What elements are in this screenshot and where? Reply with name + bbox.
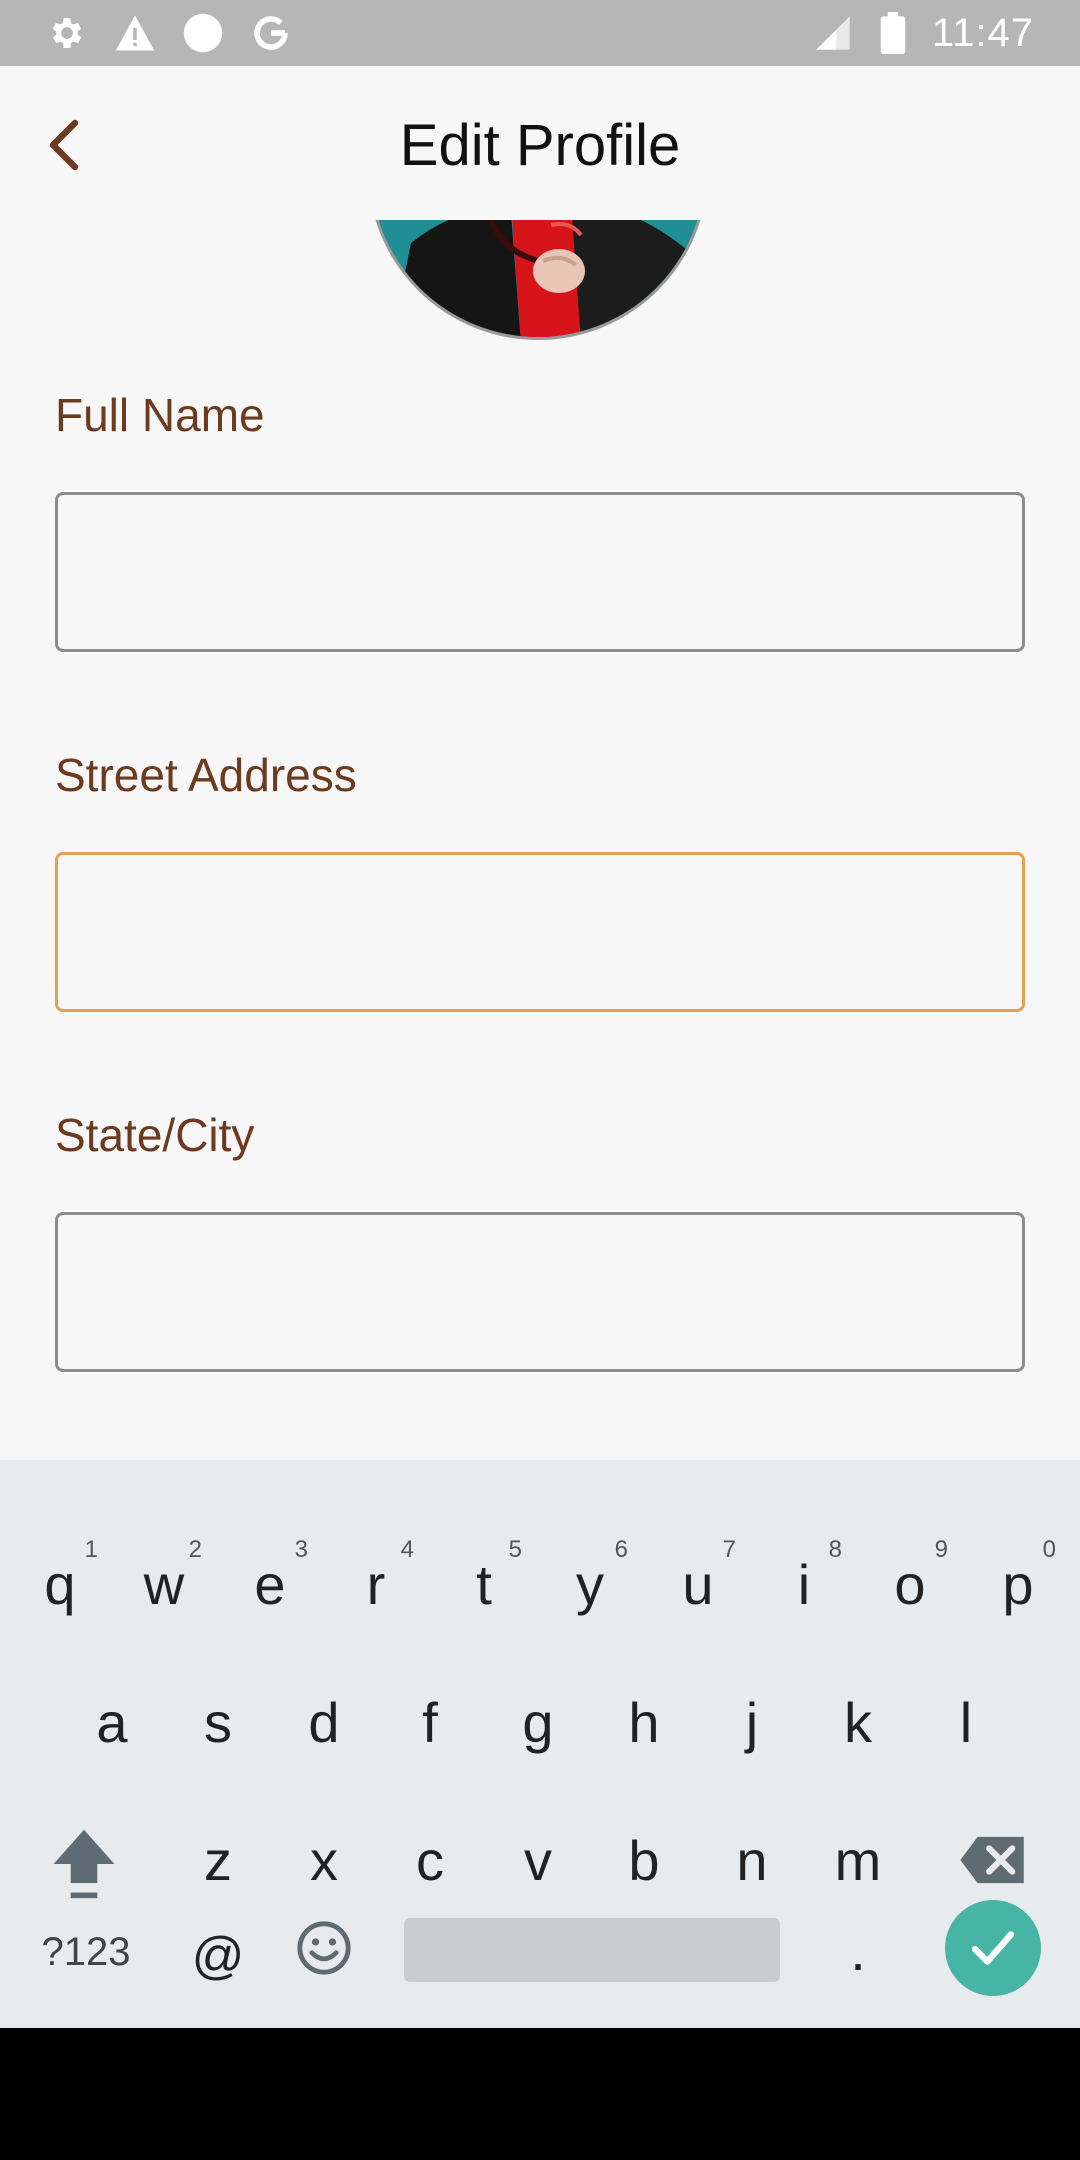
- key-j[interactable]: j: [712, 1672, 792, 1772]
- emoji-key[interactable]: [284, 1898, 364, 1998]
- status-bar: 11:47: [0, 0, 1080, 66]
- avatar[interactable]: [368, 220, 708, 340]
- key-g[interactable]: g: [498, 1672, 578, 1772]
- check-icon: [971, 1931, 1015, 1965]
- key-v[interactable]: v: [498, 1810, 578, 1910]
- key-z[interactable]: z: [178, 1810, 258, 1910]
- signal-icon: [812, 12, 854, 54]
- key-b[interactable]: b: [604, 1810, 684, 1910]
- symbols-key[interactable]: ?123: [36, 1902, 136, 2002]
- key-a[interactable]: a: [72, 1672, 152, 1772]
- soft-keyboard: q1 w2 e3 r4 t5 y6 u7 i8 o9 p0 a s d f g …: [0, 1460, 1080, 2028]
- key-r[interactable]: r4: [336, 1534, 416, 1634]
- battery-icon: [872, 12, 914, 54]
- key-w[interactable]: w2: [124, 1534, 204, 1634]
- full-name-field[interactable]: [55, 492, 1025, 652]
- backspace-icon: [960, 1836, 1024, 1884]
- at-key[interactable]: @: [178, 1906, 258, 2006]
- key-n[interactable]: n: [712, 1810, 792, 1910]
- navigation-bar: [0, 2028, 1080, 2160]
- period-key[interactable]: .: [818, 1900, 898, 2000]
- key-l[interactable]: l: [926, 1672, 1006, 1772]
- warning-icon: [114, 12, 156, 54]
- key-y[interactable]: y6: [550, 1534, 630, 1634]
- key-o[interactable]: o9: [870, 1534, 950, 1634]
- shift-key[interactable]: [44, 1814, 124, 1914]
- key-d[interactable]: d: [284, 1672, 364, 1772]
- state-city-label: State/City: [55, 1109, 255, 1161]
- state-city-field[interactable]: [55, 1212, 1025, 1372]
- key-u[interactable]: u7: [658, 1534, 738, 1634]
- street-address-field[interactable]: [55, 852, 1025, 1012]
- enter-button[interactable]: [945, 1900, 1041, 1996]
- google-icon: [250, 12, 292, 54]
- circle-icon: [182, 12, 224, 54]
- key-q[interactable]: q1: [20, 1534, 100, 1634]
- key-h[interactable]: h: [604, 1672, 684, 1772]
- street-address-label: Street Address: [55, 749, 357, 801]
- key-c[interactable]: c: [390, 1810, 470, 1910]
- shift-icon: [53, 1829, 115, 1899]
- key-m[interactable]: m: [818, 1810, 898, 1910]
- avatar-container: [0, 220, 1080, 340]
- page-title: Edit Profile: [399, 113, 681, 178]
- key-p[interactable]: p0: [978, 1534, 1058, 1634]
- app-bar: Edit Profile: [0, 66, 1080, 220]
- key-t[interactable]: t5: [444, 1534, 524, 1634]
- key-e[interactable]: e3: [230, 1534, 310, 1634]
- key-s[interactable]: s: [178, 1672, 258, 1772]
- clock: 11:47: [931, 10, 1034, 55]
- key-f[interactable]: f: [390, 1672, 470, 1772]
- key-x[interactable]: x: [284, 1810, 364, 1910]
- backspace-key[interactable]: [950, 1810, 1036, 1910]
- spacebar[interactable]: [404, 1918, 780, 1982]
- key-k[interactable]: k: [818, 1672, 898, 1772]
- emoji-icon: [297, 1921, 351, 1975]
- gear-icon: [46, 12, 88, 54]
- key-i[interactable]: i8: [764, 1534, 844, 1634]
- full-name-label: Full Name: [55, 389, 265, 441]
